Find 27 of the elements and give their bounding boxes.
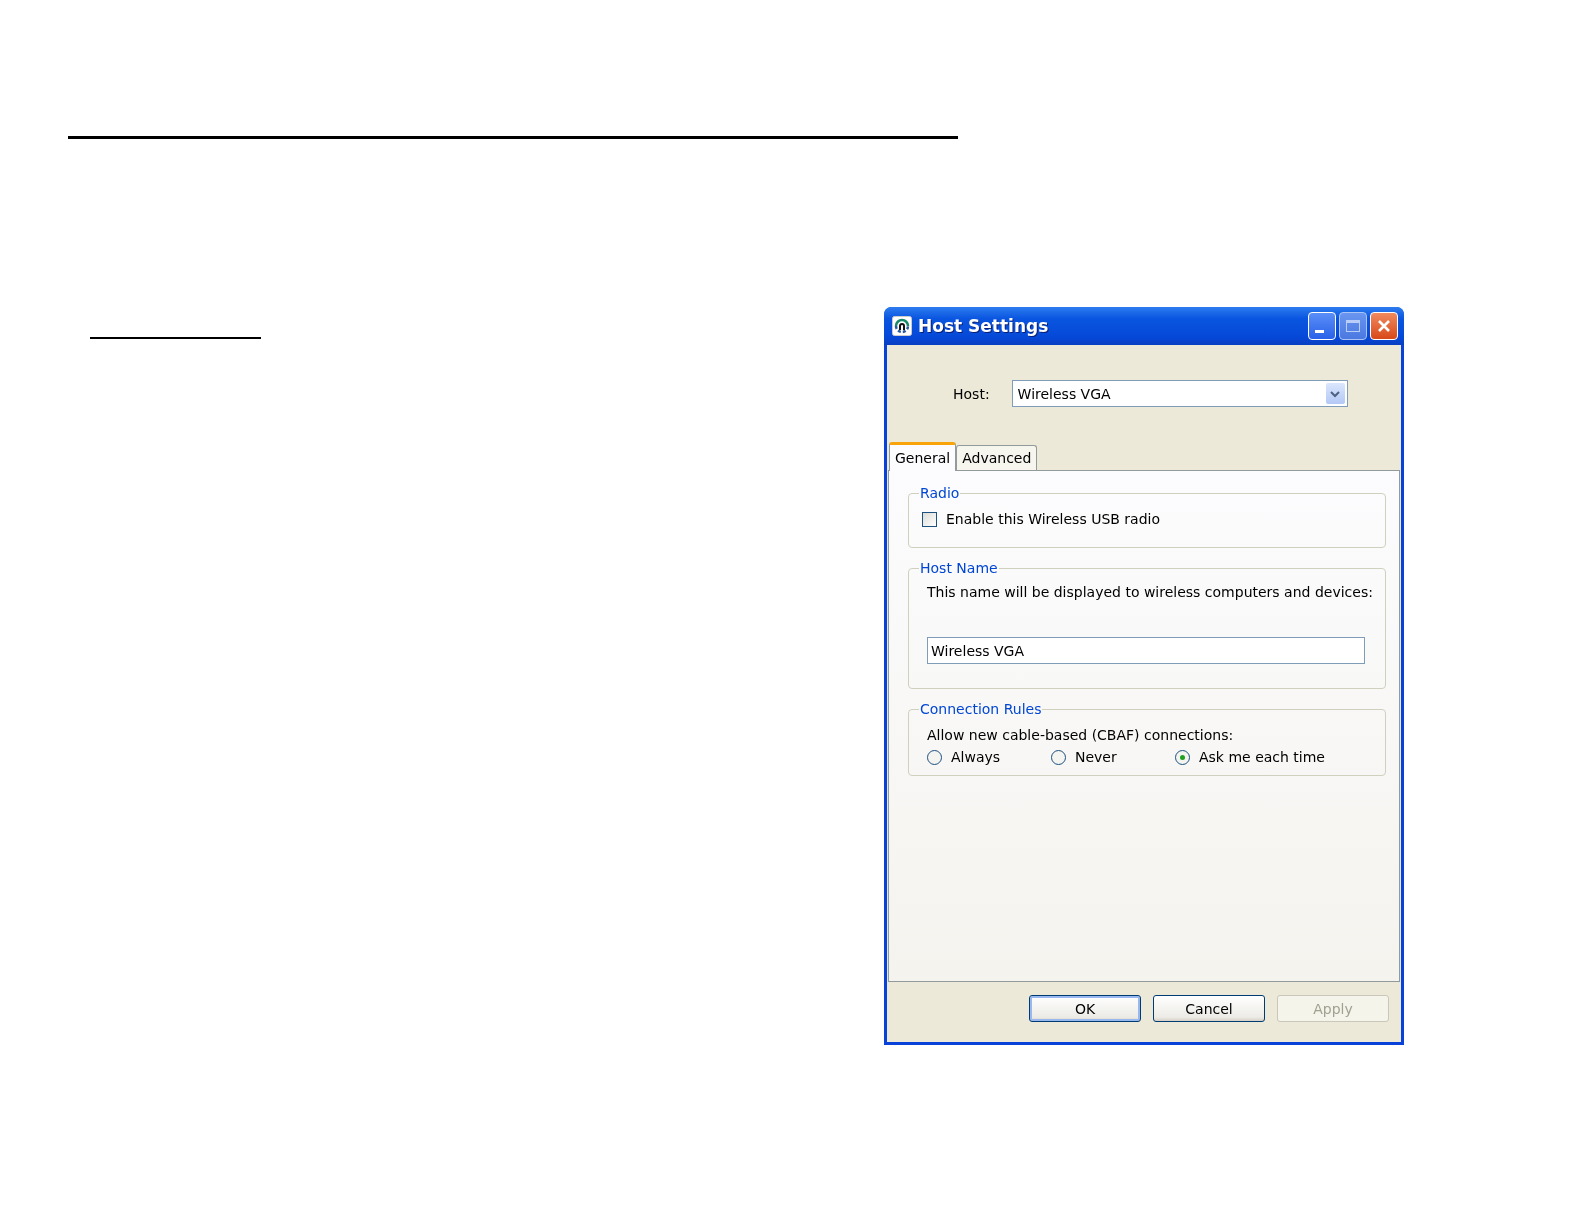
radio-label: Never [1075,749,1117,765]
host-name-field[interactable]: Wireless VGA [927,637,1365,664]
radio-label: Always [951,749,1001,765]
group-title: Host Name [919,560,999,576]
radio-button[interactable] [1051,749,1066,765]
host-label: Host: [953,385,990,402]
checkbox-label: Enable this Wireless USB radio [946,511,1161,527]
caret-icon [1325,383,1345,404]
radio-button[interactable] [927,749,942,765]
cancel-button[interactable]: Cancel [1153,995,1265,1022]
group-title: Connection Rules [919,701,1043,717]
close-icon [1377,319,1391,333]
tab[interactable]: General [889,442,957,471]
tab[interactable]: Advanced [956,445,1038,470]
host-dropdown[interactable]: Wireless VGA [1011,380,1348,407]
radio-button[interactable] [1175,749,1190,765]
window-title: Host Settings [918,316,1050,336]
ok-button[interactable]: OK [1029,995,1141,1022]
description-text: This name will be displayed to wireless computers and devices: [927,584,1374,600]
minimize-button[interactable] [1308,312,1336,340]
checkbox[interactable] [922,511,937,527]
app-icon [892,316,912,336]
radio-label: Ask me each time [1199,749,1325,765]
group-title: Radio [919,485,961,501]
maximize-button[interactable] [1339,312,1367,340]
description-text: Allow new cable-based (CBAF) connections: [927,727,1235,743]
close-button[interactable] [1370,312,1398,340]
